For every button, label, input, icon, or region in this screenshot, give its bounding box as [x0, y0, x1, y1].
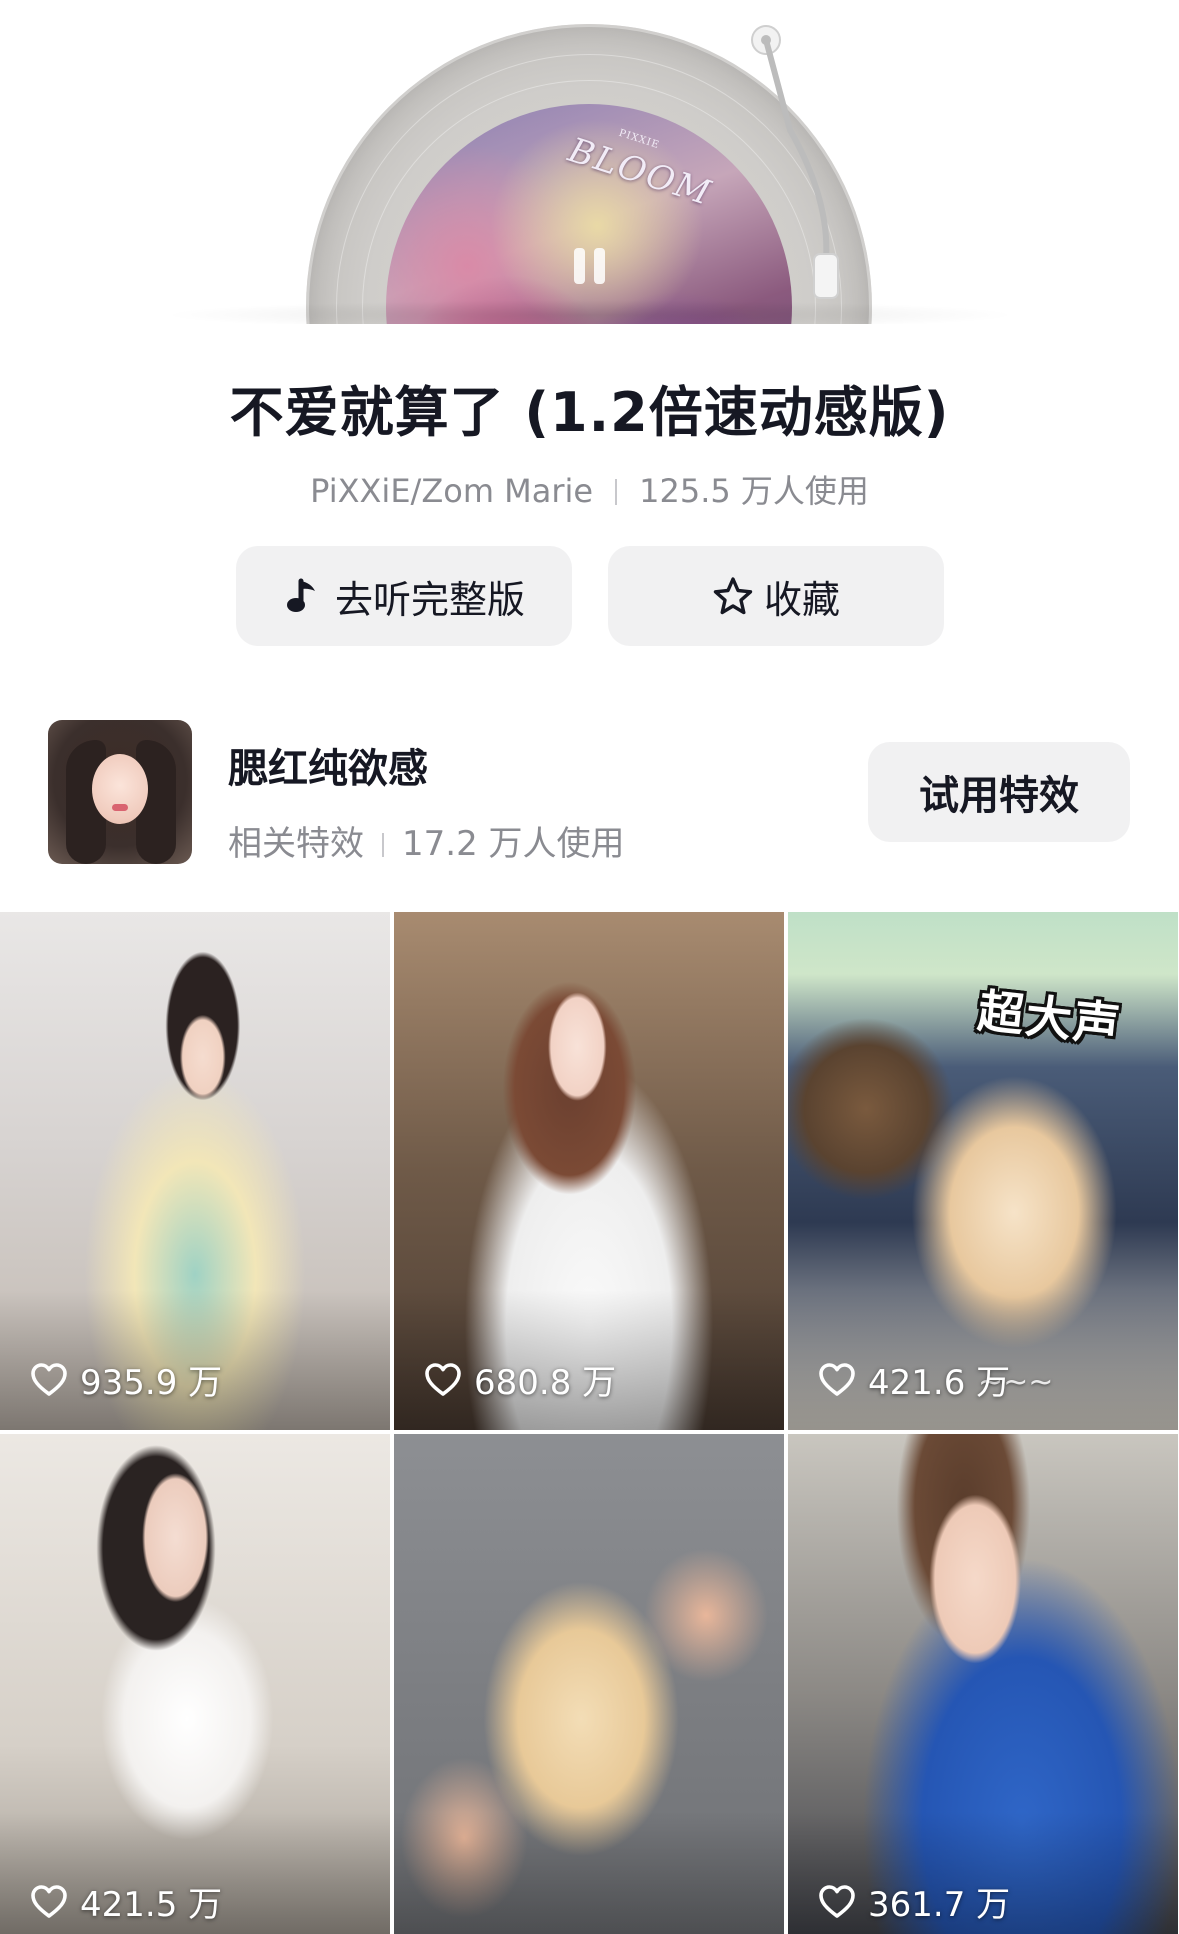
song-meta: PiXXiE/Zom Marie 125.5 万人使用 — [0, 466, 1179, 512]
like-count-value: 421.5 万 — [80, 1885, 223, 1925]
like-count: 421.6 万 — [818, 1355, 1010, 1404]
like-count: 935.9 万 — [30, 1355, 222, 1404]
like-count: 421.5 万 — [30, 1877, 222, 1926]
like-count-value: 421.6 万 — [868, 1363, 1011, 1403]
video-tile[interactable]: 935.9 万 — [0, 912, 390, 1430]
favorite-label: 收藏 — [763, 577, 840, 622]
heart-outline-icon — [819, 1362, 855, 1396]
effect-category: 相关特效 — [228, 824, 364, 864]
favorite-button[interactable]: 收藏 — [608, 546, 944, 646]
heart-outline-icon — [31, 1884, 67, 1918]
effect-usage-count: 17.2 万人使用 — [402, 824, 625, 864]
listen-full-version-button[interactable]: 去听完整版 — [236, 546, 572, 646]
listen-full-version-label: 去听完整版 — [334, 577, 525, 622]
effect-meta: 相关特效 17.2 万人使用 — [228, 816, 625, 865]
effect-thumbnail[interactable] — [48, 720, 192, 864]
heart-outline-icon — [31, 1362, 67, 1396]
like-count-value: 935.9 万 — [80, 1363, 223, 1403]
record-shadow — [160, 300, 1020, 324]
video-tile[interactable]: 超大声 ~~~ 421.6 万 — [788, 912, 1178, 1430]
music-note-icon — [286, 578, 315, 612]
star-outline-icon — [713, 577, 753, 615]
meta-divider — [615, 479, 618, 505]
like-count: 361.7 万 — [818, 1877, 1010, 1926]
video-overlay-text: 超大声 — [975, 983, 1125, 1053]
heart-outline-icon — [425, 1362, 461, 1396]
like-count-value: 680.8 万 — [474, 1363, 617, 1403]
song-artist[interactable]: PiXXiE/Zom Marie — [310, 472, 593, 510]
video-tile[interactable]: 361.7 万 — [788, 1434, 1178, 1934]
tonearm-icon — [751, 25, 839, 299]
song-usage-count: 125.5 万人使用 — [639, 472, 869, 510]
video-grid: 935.9 万 680.8 万 超大声 ~~~ 421.6 万 421.5 万 — [0, 912, 1179, 1934]
heart-outline-icon — [819, 1884, 855, 1918]
meta-divider — [382, 833, 384, 857]
like-count: 680.8 万 — [424, 1355, 616, 1404]
record-player: PIXXIE BLOOM — [0, 0, 1179, 324]
effect-name[interactable]: 腮红纯欲感 — [228, 736, 428, 794]
video-tile[interactable] — [394, 1434, 784, 1934]
like-count-value: 361.7 万 — [868, 1885, 1011, 1925]
try-effect-button[interactable]: 试用特效 — [868, 742, 1130, 842]
song-title: 不爱就算了 (1.2倍速动感版) — [229, 381, 950, 444]
video-tile[interactable]: 680.8 万 — [394, 912, 784, 1430]
pause-icon[interactable] — [570, 246, 610, 286]
video-tile[interactable]: 421.5 万 — [0, 1434, 390, 1934]
